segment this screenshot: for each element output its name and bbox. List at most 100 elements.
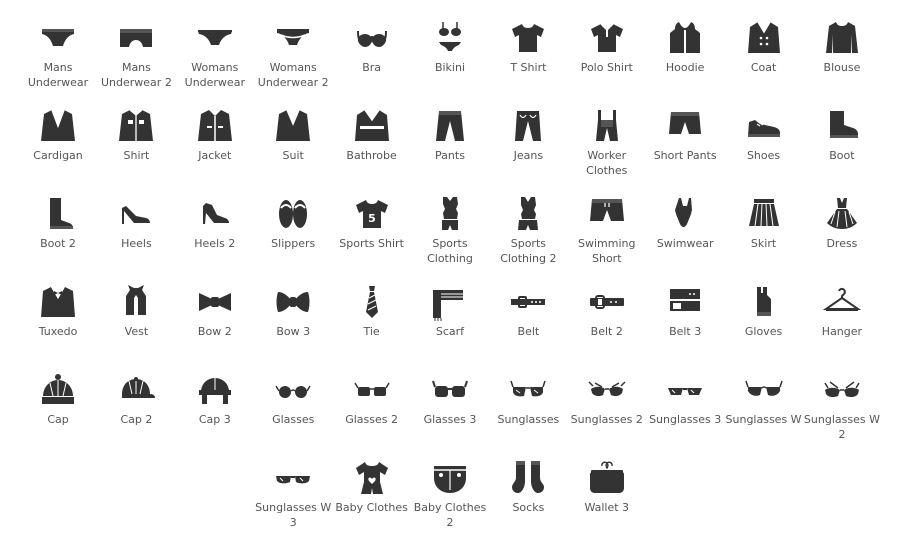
icon-tile[interactable]: Coat <box>724 0 802 88</box>
bow-2-icon <box>195 282 235 322</box>
icon-tile[interactable]: Sunglasses W 2 <box>803 352 881 441</box>
icon-tile[interactable]: Cap 2 <box>97 352 175 440</box>
skirt-icon <box>744 194 784 234</box>
icon-tile[interactable]: Glasses 2 <box>332 352 410 440</box>
icon-tile[interactable]: Slippers <box>254 176 332 264</box>
baby-clothes-2-icon <box>430 458 470 498</box>
icon-tile[interactable]: Scarf <box>411 264 489 352</box>
icon-label: Shoes <box>746 149 781 162</box>
icon-tile[interactable]: Shoes <box>724 88 802 176</box>
icon-label: Cap 3 <box>198 413 231 426</box>
coat-icon <box>744 18 784 58</box>
icon-tile[interactable]: Bow 2 <box>176 264 254 352</box>
icon-tile[interactable]: Belt 3 <box>646 264 724 352</box>
icon-tile[interactable]: Skirt <box>724 176 802 264</box>
icon-tile[interactable]: Baby Clothes 2 <box>411 440 489 529</box>
svg-text:5: 5 <box>368 212 376 225</box>
shoes-icon <box>744 106 784 146</box>
womans-underwear-2-icon <box>273 18 313 58</box>
icon-tile[interactable]: Swimming Short <box>568 176 646 265</box>
icon-tile[interactable]: Boot 2 <box>19 176 97 264</box>
icon-tile[interactable]: Jeans <box>489 88 567 176</box>
icon-tile[interactable]: Glasses 3 <box>411 352 489 440</box>
icon-tile[interactable]: Glasses <box>254 352 332 440</box>
icon-tile[interactable]: Boot <box>803 88 881 176</box>
icon-tile[interactable]: Mans Underwear <box>19 0 97 89</box>
sports-shirt-icon: 5 <box>352 194 392 234</box>
icon-tile[interactable]: Baby Clothes <box>332 440 410 528</box>
icon-tile[interactable]: Cap 3 <box>176 352 254 440</box>
icon-label: Polo Shirt <box>580 61 633 74</box>
icon-grid: Mans Underwear Mans Underwear 2 Womans Und… <box>0 0 900 548</box>
icon-tile[interactable]: Sunglasses 2 <box>568 352 646 440</box>
icon-label: Womans Underwear 2 <box>257 61 329 89</box>
icon-tile[interactable]: Polo Shirt <box>568 0 646 88</box>
icon-tile[interactable]: Cap <box>19 352 97 440</box>
icon-tile[interactable]: Tie <box>332 264 410 352</box>
icon-label: T Shirt <box>510 61 547 74</box>
icon-tile[interactable]: Bow 3 <box>254 264 332 352</box>
icon-label: Sports Clothing <box>427 237 473 265</box>
boot-2-icon <box>38 194 78 234</box>
icon-tile[interactable]: T Shirt <box>489 0 567 88</box>
icon-tile[interactable]: Tuxedo <box>19 264 97 352</box>
icon-tile[interactable]: 5 Sports Shirt <box>332 176 410 264</box>
icon-tile[interactable]: Heels 2 <box>176 176 254 264</box>
icon-label: Glasses 2 <box>345 413 398 426</box>
icon-tile[interactable]: Swimwear <box>646 176 724 264</box>
icon-label: Sports Shirt <box>339 237 404 250</box>
icon-tile[interactable]: Bra <box>332 0 410 88</box>
icon-tile[interactable]: Cardigan <box>19 88 97 176</box>
icon-tile[interactable]: Dress <box>803 176 881 264</box>
belt-3-icon <box>665 282 705 322</box>
icon-label: Swimming Short <box>578 237 636 265</box>
icon-tile[interactable]: Sunglasses W 3 <box>254 440 332 529</box>
icon-tile[interactable]: Pants <box>411 88 489 176</box>
icon-label: Sunglasses <box>497 413 560 426</box>
glasses-icon <box>273 370 313 410</box>
icon-tile[interactable]: Sunglasses 3 <box>646 352 724 440</box>
icon-tile[interactable]: Belt <box>489 264 567 352</box>
heels-icon <box>116 194 156 234</box>
icon-tile[interactable]: Blouse <box>803 0 881 88</box>
cap-3-icon <box>195 370 235 410</box>
icon-label: Sunglasses 2 <box>570 413 643 426</box>
mans-underwear-icon <box>38 18 78 58</box>
icon-tile[interactable]: Short Pants <box>646 88 724 176</box>
glasses-3-icon <box>430 370 470 410</box>
icon-tile[interactable]: Hoodie <box>646 0 724 88</box>
icon-tile[interactable]: Belt 2 <box>568 264 646 352</box>
icon-tile[interactable]: Womans Underwear <box>176 0 254 89</box>
icon-tile[interactable]: Heels <box>97 176 175 264</box>
icon-tile[interactable]: Worker Clothes <box>568 88 646 177</box>
icon-tile[interactable]: Jacket <box>176 88 254 176</box>
icon-tile[interactable]: Wallet 3 <box>568 440 646 528</box>
icon-label: Hoodie <box>665 61 705 74</box>
icon-tile[interactable]: Mans Underwear 2 <box>97 0 175 89</box>
dress-icon <box>822 194 862 234</box>
icon-tile[interactable]: Suit <box>254 88 332 176</box>
icon-label: Glasses <box>272 413 315 426</box>
icon-label: Worker Clothes <box>586 149 628 177</box>
cap-2-icon <box>116 370 156 410</box>
tuxedo-icon <box>38 282 78 322</box>
icon-tile[interactable]: Socks <box>489 440 567 528</box>
icon-tile[interactable]: Sports Clothing <box>411 176 489 265</box>
icon-label: Tuxedo <box>38 325 78 338</box>
icon-label: Belt <box>517 325 540 338</box>
icon-tile[interactable]: Sports Clothing 2 <box>489 176 567 265</box>
icon-tile[interactable]: Vest <box>97 264 175 352</box>
icon-tile[interactable]: Sunglasses <box>489 352 567 440</box>
icon-tile[interactable]: Sunglasses W <box>724 352 802 440</box>
icon-tile[interactable]: Shirt <box>97 88 175 176</box>
icon-tile[interactable]: Bathrobe <box>332 88 410 176</box>
icon-tile[interactable]: Hanger <box>803 264 881 352</box>
t-shirt-icon <box>508 18 548 58</box>
icon-tile[interactable]: Bikini <box>411 0 489 88</box>
blouse-icon <box>822 18 862 58</box>
icon-label: Cap <box>47 413 69 426</box>
icon-label: Hanger <box>821 325 863 338</box>
icon-tile[interactable]: Womans Underwear 2 <box>254 0 332 89</box>
icon-tile[interactable]: Gloves <box>724 264 802 352</box>
icon-label: Heels 2 <box>194 237 236 250</box>
